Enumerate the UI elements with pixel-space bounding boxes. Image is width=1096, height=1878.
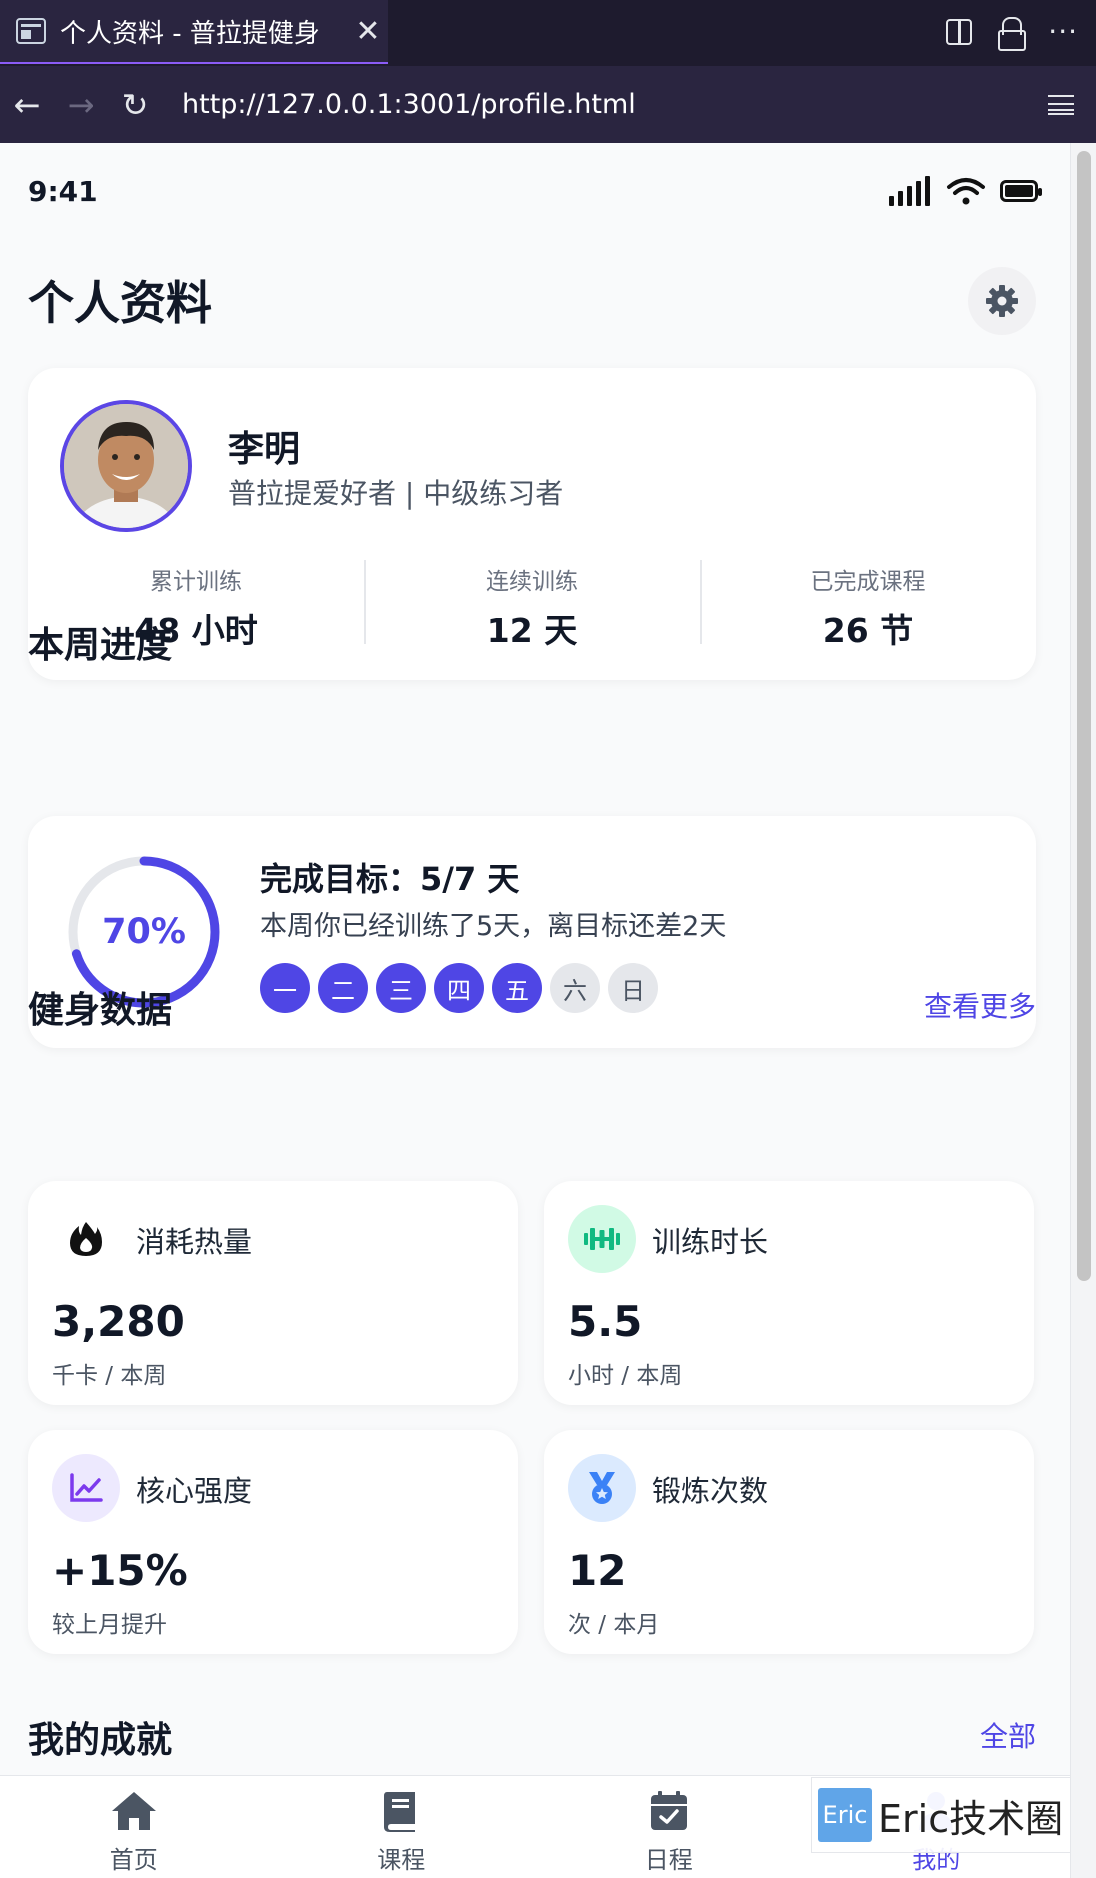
metric-value: 12 bbox=[568, 1546, 627, 1595]
tab-close-button[interactable]: ✕ bbox=[348, 14, 388, 49]
dumbbell-icon bbox=[568, 1205, 636, 1273]
watermark-text: Eric技术圈 bbox=[878, 1796, 1064, 1841]
lock-icon[interactable] bbox=[998, 17, 1027, 51]
weekday-indicator: 四 bbox=[434, 963, 484, 1013]
metric-unit: 千卡 / 本周 bbox=[52, 1363, 167, 1389]
metric-card-calories[interactable]: 消耗热量 3,280 千卡 / 本周 bbox=[28, 1181, 518, 1405]
stats-row: 累计训练 48 小时 连续训练 12 天 已完成课程 26 节 bbox=[28, 560, 1036, 650]
gear-icon bbox=[986, 285, 1018, 317]
weekday-indicator: 三 bbox=[376, 963, 426, 1013]
metric-label: 消耗热量 bbox=[136, 1225, 253, 1259]
weekday-indicators: 一二三四五六日 bbox=[260, 963, 658, 1013]
nav-tab-home[interactable]: 首页 bbox=[0, 1776, 268, 1878]
browser-tab[interactable]: 个人资料 - 普拉提健身 ✕ bbox=[0, 0, 388, 64]
url-input[interactable]: http://127.0.0.1:3001/profile.html bbox=[182, 89, 1048, 120]
metric-label: 训练时长 bbox=[652, 1225, 769, 1259]
nav-label: 首页 bbox=[109, 1846, 158, 1874]
metric-unit: 次 / 本月 bbox=[568, 1612, 660, 1638]
wifi-icon bbox=[947, 178, 985, 205]
profile-card: 李明 普拉提爱好者 | 中级练习者 累计训练 48 小时 连续训练 12 天 已… bbox=[28, 368, 1036, 680]
stat-value: 26 节 bbox=[822, 611, 914, 650]
weekday-indicator: 五 bbox=[492, 963, 542, 1013]
battery-icon bbox=[1000, 180, 1042, 202]
stat-label: 已完成课程 bbox=[810, 569, 926, 595]
signal-icon bbox=[889, 176, 930, 206]
metric-card-core-strength[interactable]: 核心强度 +15% 较上月提升 bbox=[28, 1430, 518, 1654]
weekday-indicator: 二 bbox=[318, 963, 368, 1013]
fitness-section-title: 健身数据 bbox=[28, 990, 173, 1031]
weekday-indicator: 六 bbox=[550, 963, 600, 1013]
nav-label: 课程 bbox=[377, 1846, 426, 1874]
metric-label: 锻炼次数 bbox=[652, 1474, 769, 1508]
page-title: 个人资料 bbox=[28, 276, 212, 330]
back-button[interactable]: ← bbox=[0, 86, 54, 124]
user-name: 李明 bbox=[228, 429, 301, 470]
page-viewport: 9:41 个人资料 李明 普拉提爱好者 | 中级练习者 累计训练 48 小时 连… bbox=[0, 143, 1096, 1878]
metric-value: +15% bbox=[52, 1546, 188, 1595]
scrollbar[interactable] bbox=[1070, 143, 1096, 1878]
user-subtitle: 普拉提爱好者 | 中级练习者 bbox=[228, 477, 564, 510]
stat-completed-courses: 已完成课程 26 节 bbox=[700, 560, 1036, 650]
stat-label: 累计训练 bbox=[150, 569, 242, 595]
stat-streak: 连续训练 12 天 bbox=[364, 560, 700, 650]
goal-description: 本周你已经训练了5天，离目标还差2天 bbox=[260, 911, 727, 942]
watermark: Eric Eric技术圈 bbox=[811, 1777, 1071, 1853]
tab-title: 个人资料 - 普拉提健身 bbox=[60, 18, 320, 49]
fire-icon bbox=[52, 1205, 120, 1273]
nav-tab-schedule[interactable]: 日程 bbox=[535, 1776, 803, 1878]
book-icon bbox=[384, 1792, 416, 1832]
weekday-indicator: 一 bbox=[260, 963, 310, 1013]
address-bar: ← → ↻ http://127.0.0.1:3001/profile.html bbox=[0, 66, 1096, 143]
medal-icon bbox=[568, 1454, 636, 1522]
forward-button[interactable]: → bbox=[54, 86, 108, 124]
reload-button[interactable]: ↻ bbox=[108, 86, 162, 124]
metric-unit: 较上月提升 bbox=[52, 1612, 167, 1638]
nav-label: 日程 bbox=[644, 1846, 693, 1874]
home-icon bbox=[111, 1792, 156, 1830]
view-more-link[interactable]: 查看更多 bbox=[924, 985, 1036, 1025]
more-icon[interactable]: ··· bbox=[1048, 18, 1078, 46]
page-icon bbox=[16, 18, 46, 44]
metric-card-workout-count[interactable]: 锻炼次数 12 次 / 本月 bbox=[544, 1430, 1034, 1654]
chart-line-icon bbox=[52, 1454, 120, 1522]
weekly-progress-card: 70% 完成目标：5/7 天 本周你已经训练了5天，离目标还差2天 一二三四五六… bbox=[28, 816, 1036, 1048]
weekly-section-title: 本周进度 bbox=[28, 625, 173, 666]
avatar[interactable] bbox=[60, 400, 192, 532]
metric-value: 5.5 bbox=[568, 1297, 643, 1346]
phone-status-bar: 9:41 bbox=[28, 171, 1042, 211]
avatar-photo bbox=[64, 404, 188, 528]
stat-label: 连续训练 bbox=[486, 569, 578, 595]
scrollbar-thumb[interactable] bbox=[1077, 151, 1091, 1281]
all-achievements-link[interactable]: 全部 bbox=[980, 1715, 1036, 1755]
metric-value: 3,280 bbox=[52, 1297, 185, 1346]
watermark-badge: Eric bbox=[818, 1788, 872, 1842]
split-view-icon[interactable] bbox=[946, 19, 973, 45]
goal-title: 完成目标：5/7 天 bbox=[260, 860, 520, 898]
metric-card-duration[interactable]: 训练时长 5.5 小时 / 本周 bbox=[544, 1181, 1034, 1405]
calendar-check-icon bbox=[650, 1791, 687, 1830]
weekday-indicator: 日 bbox=[608, 963, 658, 1013]
metric-unit: 小时 / 本周 bbox=[568, 1363, 683, 1389]
stat-value: 12 天 bbox=[486, 611, 578, 650]
menu-icon[interactable] bbox=[1048, 94, 1074, 115]
browser-tab-bar: 个人资料 - 普拉提健身 ✕ ··· bbox=[0, 0, 1096, 66]
status-time: 9:41 bbox=[28, 174, 98, 208]
achievements-section-title: 我的成就 bbox=[28, 1720, 173, 1761]
settings-button[interactable] bbox=[968, 267, 1036, 335]
nav-tab-courses[interactable]: 课程 bbox=[268, 1776, 536, 1878]
metric-label: 核心强度 bbox=[136, 1474, 253, 1508]
